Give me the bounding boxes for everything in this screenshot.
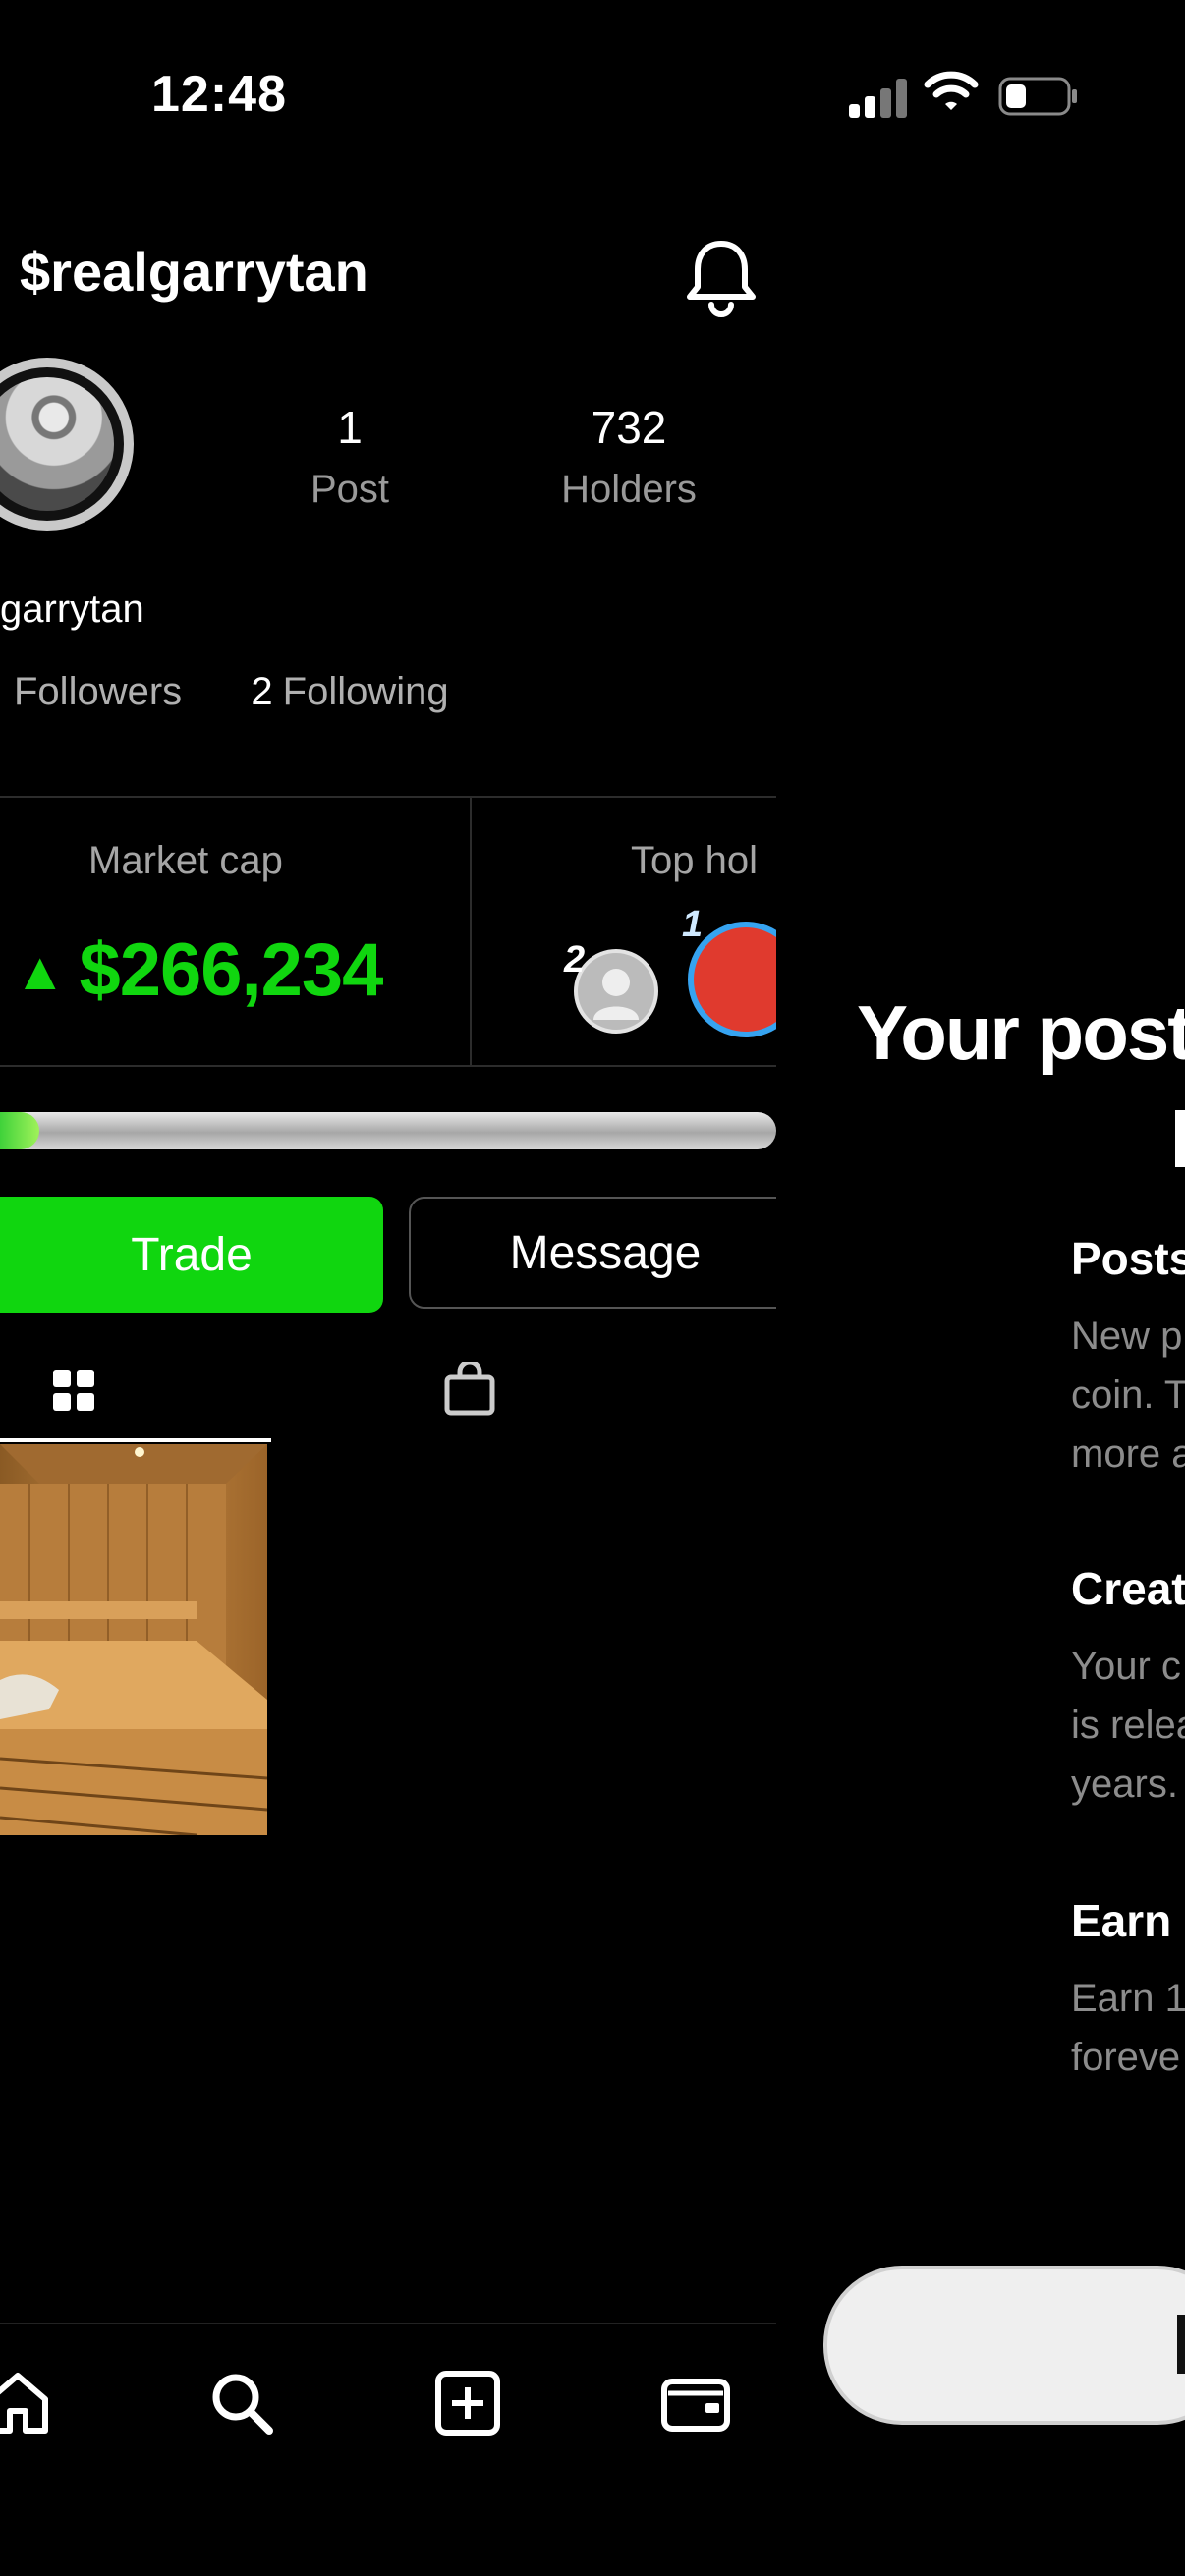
followers-link[interactable]: Followers bbox=[14, 670, 182, 713]
market-cap-amount: $266,234 bbox=[79, 928, 383, 1012]
bottom-nav-divider bbox=[0, 2323, 776, 2324]
wifi-icon bbox=[924, 71, 979, 110]
bonding-progress-bar bbox=[0, 1112, 776, 1149]
holder-rank-2: 2 bbox=[564, 939, 586, 980]
holders-count[interactable]: 732 bbox=[531, 401, 727, 454]
holder-rank-1: 1 bbox=[682, 904, 704, 945]
trade-button[interactable]: Trade bbox=[0, 1197, 383, 1313]
post-thumbnail-sauna[interactable] bbox=[0, 1444, 267, 1835]
post-label: Post bbox=[310, 468, 390, 511]
active-tab-indicator bbox=[0, 1438, 271, 1442]
notification-bell-icon[interactable] bbox=[682, 236, 761, 318]
stats-divider-bottom bbox=[0, 1065, 776, 1067]
profile-name: garrytan bbox=[0, 588, 144, 631]
section-body-earn: Earn 1' foreve bbox=[1071, 1977, 1185, 2079]
holders-label[interactable]: Holders bbox=[521, 468, 737, 512]
default-user-icon bbox=[593, 969, 639, 1020]
avatar[interactable] bbox=[0, 358, 134, 531]
wallet-icon[interactable] bbox=[660, 2368, 731, 2438]
holder-avatar-2[interactable] bbox=[574, 949, 658, 1034]
market-cap-value: ▲ $266,234 bbox=[14, 927, 383, 1013]
profile-panel: $realgarrytan 1 Post 732 Holders garryta… bbox=[0, 0, 776, 2576]
search-icon[interactable] bbox=[206, 2368, 277, 2438]
following-link[interactable]: Following bbox=[283, 670, 449, 713]
shopping-bag-icon[interactable] bbox=[444, 1362, 495, 1417]
post-count: 1 bbox=[337, 402, 363, 453]
profile-handle: $realgarrytan bbox=[20, 241, 368, 303]
add-post-icon[interactable] bbox=[432, 2368, 503, 2438]
progress-fill bbox=[0, 1112, 39, 1149]
section-heading-create: Creat bbox=[1071, 1563, 1185, 1614]
avatar-photo bbox=[0, 377, 114, 511]
section-heading-earn: Earn bbox=[1071, 1895, 1172, 1946]
sheet-title: Your posts bbox=[857, 989, 1185, 1076]
section-body-posts: New p coin. T more a bbox=[1071, 1315, 1185, 1476]
trend-up-icon: ▲ bbox=[14, 942, 66, 1001]
sheet-icon-fragment bbox=[1175, 1110, 1185, 1167]
message-button[interactable]: Message bbox=[409, 1197, 776, 1309]
grid-icon bbox=[53, 1370, 94, 1411]
stats-divider-vertical bbox=[470, 798, 472, 1065]
section-heading-posts: Posts bbox=[1071, 1233, 1185, 1284]
follow-counts: Followers 2 Following bbox=[14, 670, 449, 714]
tab-posts-grid[interactable] bbox=[0, 1356, 271, 1444]
market-cap-label: Market cap bbox=[88, 839, 283, 882]
cellular-signal-icon bbox=[849, 75, 908, 118]
stats-divider-top bbox=[0, 796, 776, 798]
battery-icon bbox=[998, 77, 1077, 116]
following-count[interactable]: 2 bbox=[251, 670, 272, 713]
home-icon[interactable] bbox=[0, 2368, 53, 2438]
sheet-button-label-fragment bbox=[1177, 2315, 1185, 2374]
section-body-create: Your c is relea years. bbox=[1071, 1645, 1185, 1806]
top-holders-label[interactable]: Top hol bbox=[631, 839, 758, 883]
sheet-continue-button[interactable] bbox=[823, 2266, 1185, 2425]
